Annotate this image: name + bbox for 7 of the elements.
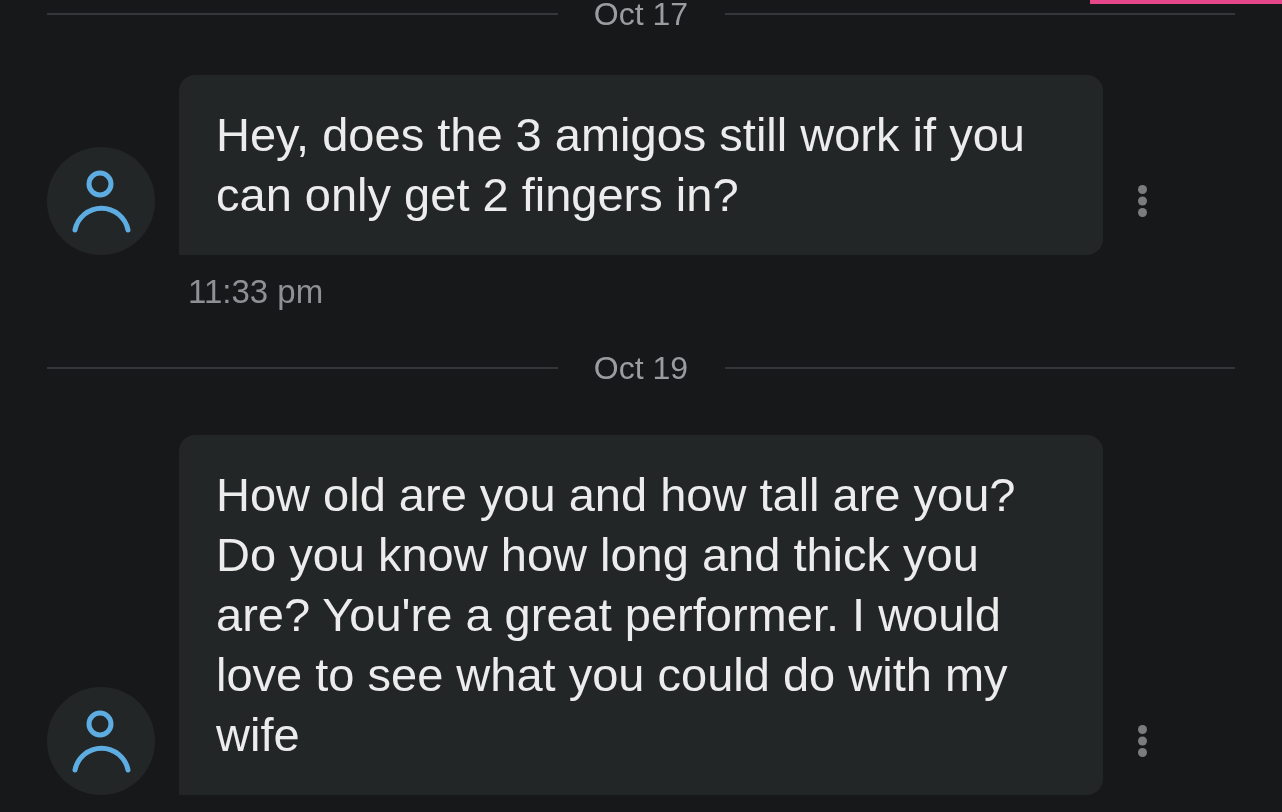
message-bubble: How old are you and how tall are you? Do you know how long and thick you are? You're a great performer. I would love to see what you could do with my wife [179,435,1103,795]
more-options-icon[interactable] [1137,725,1147,757]
more-options-icon[interactable] [1137,185,1147,217]
message-bubble: Hey, does the 3 amigos still work if you can only get 2 fingers in? [179,75,1103,255]
date-separator: Oct 19 [593,352,689,384]
message-time: 11:33 pm [188,272,324,312]
date-separator: Oct 17 [593,0,689,30]
